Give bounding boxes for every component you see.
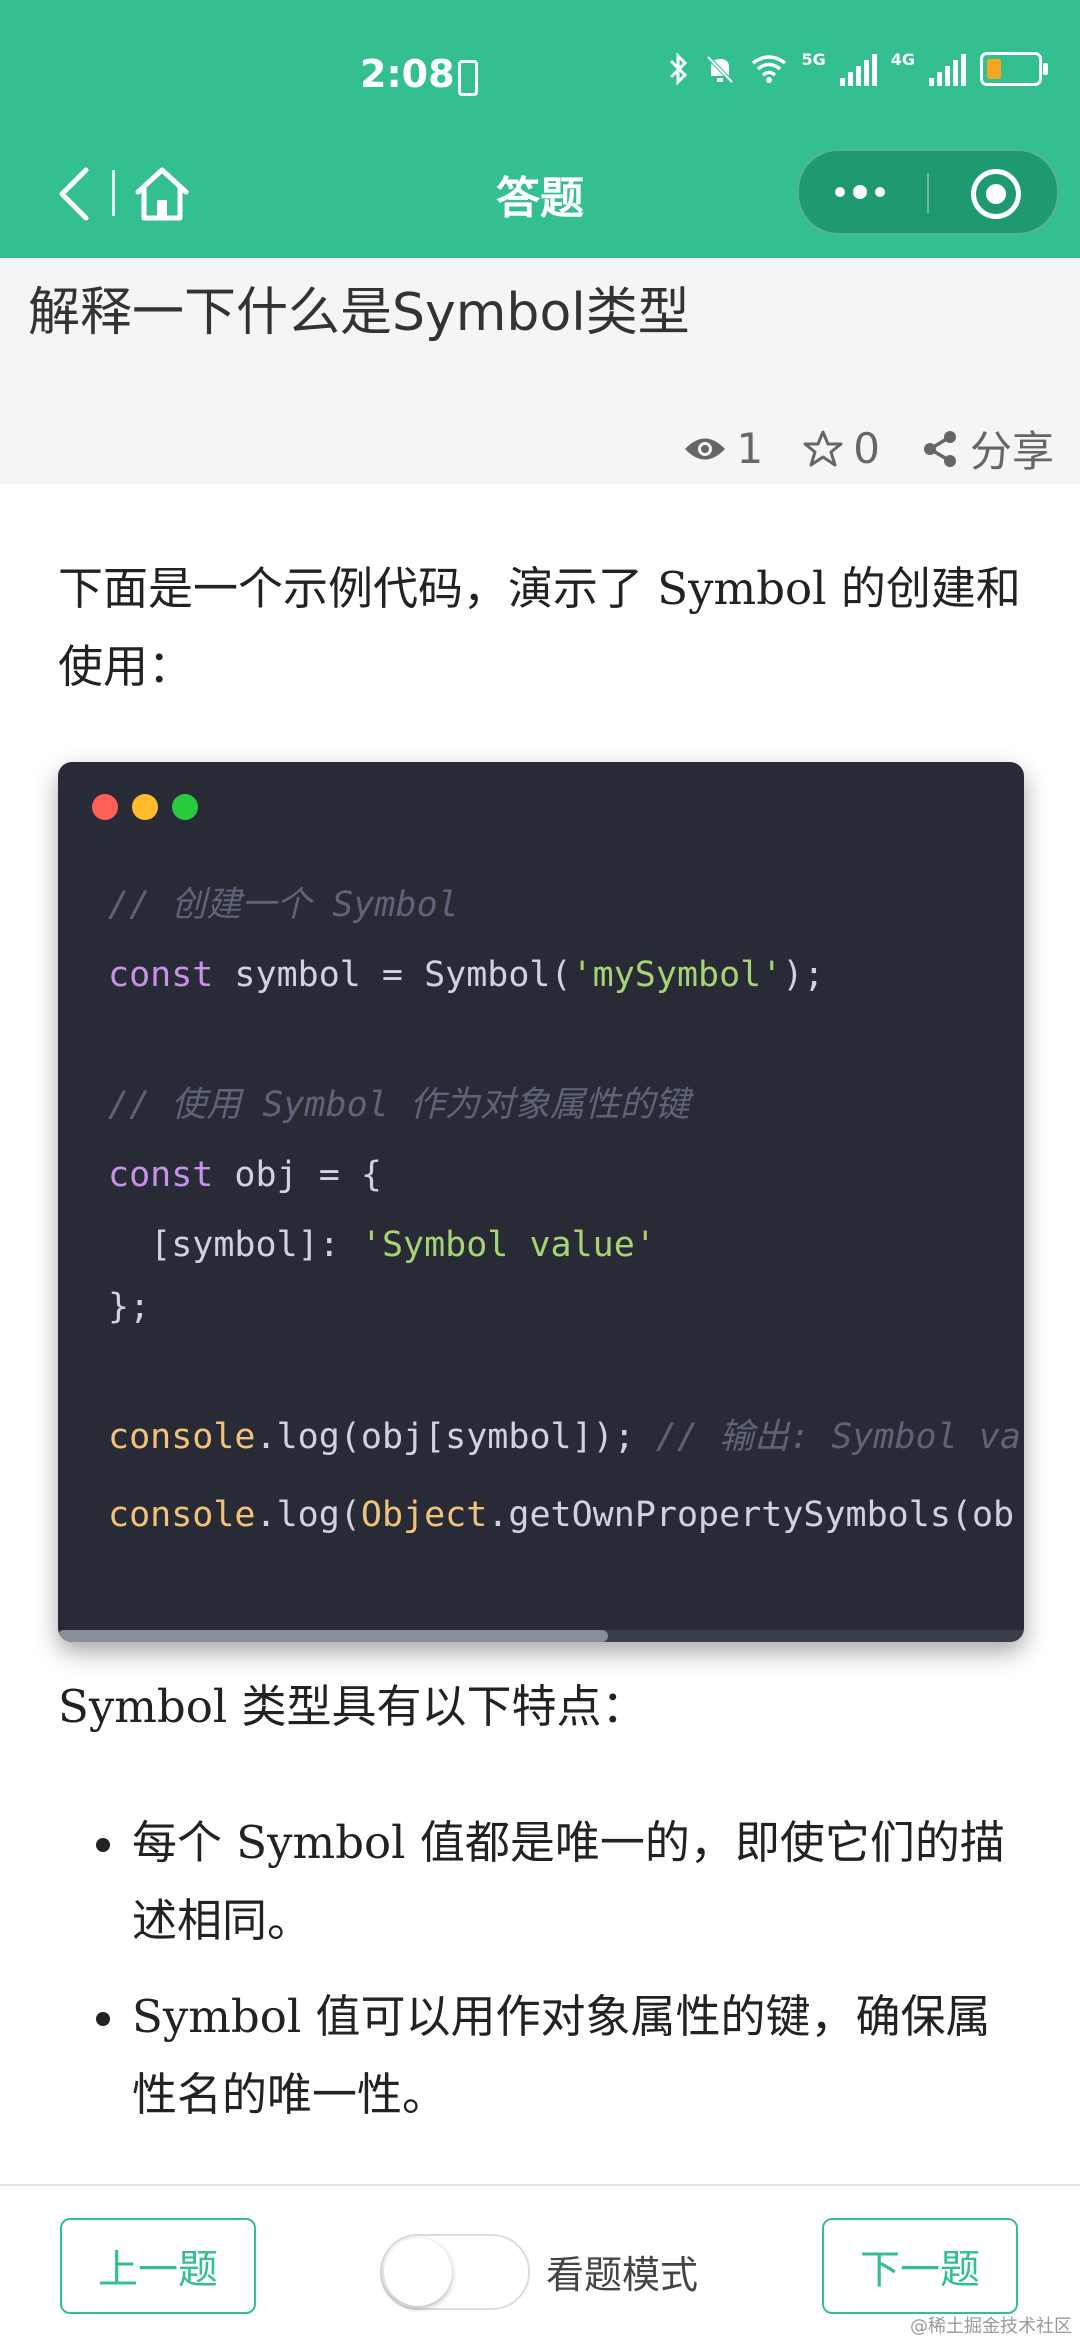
more-menu-icon[interactable]	[835, 173, 915, 211]
bluetooth-icon	[670, 52, 688, 86]
features-list: 每个 Symbol 值都是唯一的，即使它们的描述相同。 Symbol 值可以用作…	[58, 1804, 1028, 2152]
star-icon	[803, 430, 843, 466]
bottom-bar: 上一题 看题模式 下一题 @稀土掘金技术社区	[0, 2184, 1080, 2342]
wifi-icon	[752, 55, 787, 83]
code-scrollbar[interactable]	[58, 1630, 1024, 1642]
signal-icon	[929, 52, 966, 86]
code-block: // 创建一个 Symbol const symbol = Symbol('myS…	[58, 762, 1024, 1642]
status-icons: 5G 4G	[667, 49, 1048, 86]
red-light-icon	[92, 794, 118, 820]
eye-icon	[684, 438, 725, 459]
mute-bell-icon	[707, 55, 734, 84]
code-line: const symbol = Symbol('mySymbol');	[108, 955, 825, 995]
list-item: 每个 Symbol 值都是唯一的，即使它们的描述相同。	[58, 1804, 1028, 1960]
view-mode-toggle[interactable]	[380, 2234, 530, 2310]
question-header: 解释一下什么是Symbol类型 1 0 分享	[0, 258, 1080, 484]
code-text: // 创建一个 Symbol const symbol = Symbol('myS…	[108, 874, 1021, 1554]
code-line: [symbol]: 'Symbol value'	[108, 1225, 656, 1265]
network-5g-label: 5G	[801, 49, 826, 69]
close-miniprogram-icon[interactable]	[971, 169, 1021, 219]
code-line: // 创建一个 Symbol	[108, 885, 459, 925]
window-controls	[92, 794, 198, 820]
miniprogram-capsule	[797, 149, 1059, 235]
scrollbar-thumb[interactable]	[58, 1630, 608, 1642]
green-light-icon	[172, 794, 198, 820]
star-button[interactable]: 0	[803, 424, 880, 473]
views-count: 1	[736, 424, 764, 473]
yellow-light-icon	[132, 794, 158, 820]
view-mode-label: 看题模式	[546, 2253, 699, 2297]
views-stat: 1	[683, 424, 764, 473]
status-bar: 2:08 5G 4G	[0, 0, 1080, 150]
question-stats: 1 0 分享	[643, 418, 1054, 479]
code-line: console.log(Object.getOwnPropertySymbols…	[108, 1495, 1015, 1535]
share-icon	[923, 430, 956, 467]
share-label: 分享	[969, 427, 1054, 476]
signal-icon	[839, 52, 877, 86]
code-line: const obj = {	[108, 1155, 382, 1195]
network-4g-label: 4G	[890, 49, 915, 69]
list-item: Symbol 值可以用作对象属性的键，确保属性名的唯一性。	[58, 1978, 1028, 2134]
prev-question-button[interactable]: 上一题	[60, 2218, 256, 2314]
code-line: // 使用 Symbol 作为对象属性的键	[108, 1085, 690, 1125]
next-question-button[interactable]: 下一题	[822, 2218, 1018, 2314]
battery-icon	[980, 52, 1048, 86]
nav-bar: 答题	[0, 140, 1080, 258]
battery-saver-icon	[458, 60, 478, 96]
code-line: console.log(obj[symbol]); // 输出: Symbol …	[108, 1417, 1021, 1457]
capsule-divider	[927, 173, 929, 213]
code-line: };	[108, 1287, 151, 1327]
question-title: 解释一下什么是Symbol类型	[28, 283, 690, 343]
toggle-knob	[384, 2238, 452, 2306]
status-time: 2:08	[360, 52, 455, 96]
share-button[interactable]: 分享	[920, 418, 1054, 479]
intro-paragraph: 下面是一个示例代码，演示了 Symbol 的创建和使用：	[58, 562, 1021, 693]
watermark: @稀土掘金技术社区	[910, 2316, 1072, 2337]
star-count: 0	[853, 424, 880, 473]
features-heading: Symbol 类型具有以下特点：	[58, 1680, 647, 1733]
top-bar: 2:08 5G 4G 答题	[0, 0, 1080, 258]
